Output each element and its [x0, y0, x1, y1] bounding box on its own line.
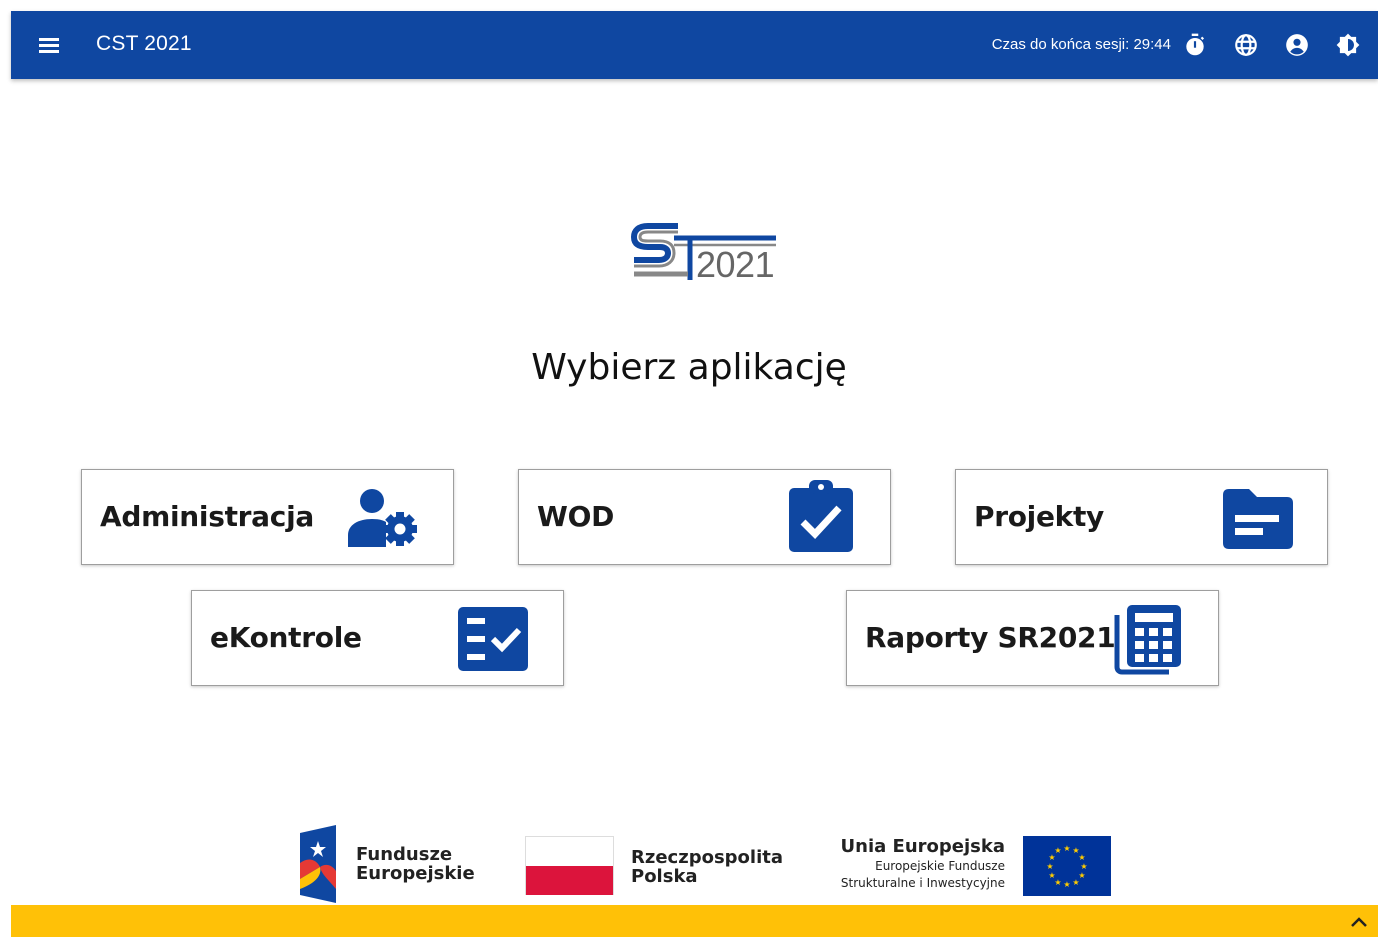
account-icon[interactable]: [1284, 32, 1310, 58]
svg-text:★: ★: [1054, 846, 1061, 855]
eu-sub2: Strukturalne i Inwestycyjne: [840, 876, 1005, 890]
page: CST 2021 Czas do końca sesji: 29:44 2021…: [0, 0, 1378, 937]
cst-logo: 2021: [630, 222, 782, 284]
pl-line1: Rzeczpospolita: [631, 847, 783, 868]
fe-line2: Europejskie: [356, 863, 475, 884]
top-app-bar: CST 2021 Czas do końca sesji: 29:44: [11, 11, 1378, 79]
checklist-icon: [457, 606, 529, 672]
tile-administracja[interactable]: Administracja: [81, 469, 454, 565]
svg-text:★: ★: [1072, 878, 1079, 887]
tile-label: WOD: [537, 500, 615, 533]
user-settings-icon: [346, 485, 418, 551]
globe-icon[interactable]: [1233, 32, 1259, 58]
rzeczpospolita-polska-logo: Rzeczpospolita Polska: [525, 836, 785, 896]
folder-icon: [1221, 485, 1293, 551]
session-timer-text: Czas do końca sesji: 29:44: [991, 36, 1171, 53]
svg-text:★: ★: [1063, 880, 1070, 889]
clipboard-check-icon: [785, 478, 857, 554]
eu-sub1: Europejskie Fundusze: [875, 859, 1005, 873]
pl-line2: Polska: [631, 866, 698, 887]
brightness-icon[interactable]: [1335, 32, 1361, 58]
tile-label: Raporty SR2021: [865, 621, 1116, 654]
fundusze-europejskie-logo: Fundusze Europejskie: [296, 823, 476, 905]
svg-text:★: ★: [1048, 871, 1055, 880]
menu-icon[interactable]: [37, 33, 61, 57]
svg-text:★: ★: [1078, 853, 1085, 862]
timer-icon[interactable]: [1182, 32, 1208, 58]
tile-label: eKontrole: [210, 621, 362, 654]
eu-flag: ★ ★★★ ★★★★ ★★★★: [1023, 836, 1111, 896]
svg-text:★: ★: [1080, 862, 1087, 871]
tile-label: Administracja: [100, 500, 314, 533]
chevron-up-icon[interactable]: [1348, 911, 1370, 933]
page-title: Wybierz aplikację: [531, 347, 847, 388]
logo-year: 2021: [696, 244, 775, 285]
svg-text:★: ★: [1063, 844, 1070, 853]
unia-europejska-logo: Unia Europejska Europejskie Fundusze Str…: [835, 836, 1115, 898]
tile-raporty-sr2021[interactable]: Raporty SR2021: [846, 590, 1219, 686]
bottom-bar: [11, 905, 1378, 937]
polish-flag: [525, 836, 614, 895]
tile-projekty[interactable]: Projekty: [955, 469, 1328, 565]
fe-line1: Fundusze: [356, 844, 453, 865]
eu-title: Unia Europejska: [840, 836, 1005, 857]
app-title: CST 2021: [96, 32, 192, 55]
tile-label: Projekty: [974, 500, 1105, 533]
svg-text:★: ★: [1046, 862, 1053, 871]
tile-wod[interactable]: WOD: [518, 469, 891, 565]
calculator-stack-icon: [1113, 603, 1185, 675]
tile-ekontrole[interactable]: eKontrole: [191, 590, 564, 686]
